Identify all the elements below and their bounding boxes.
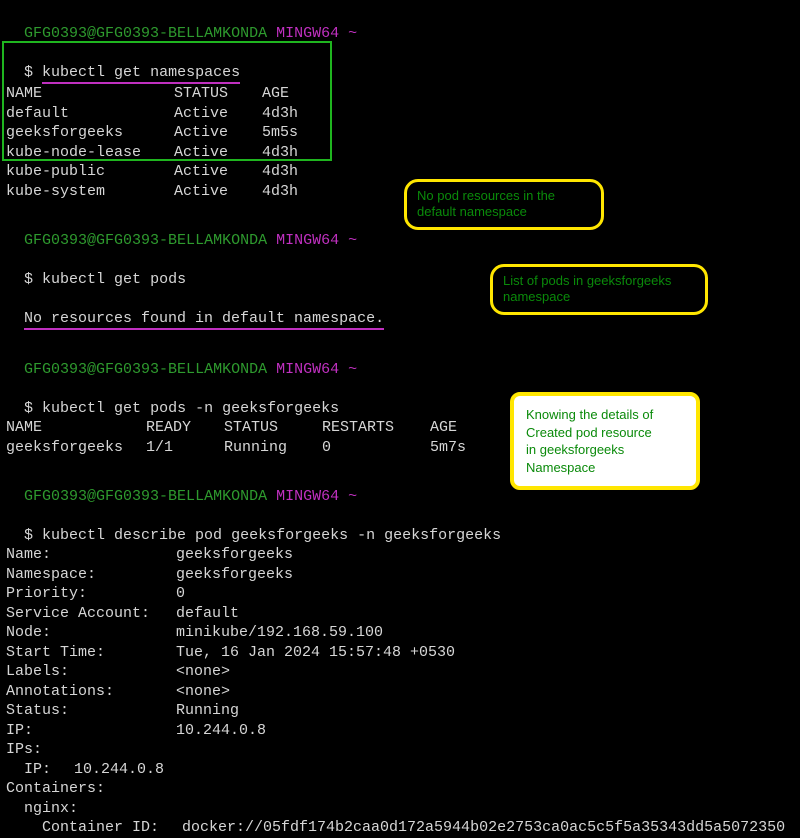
highlight-box-namespaces — [2, 41, 332, 161]
prompt-shell: MINGW64 — [276, 25, 339, 42]
callout-no-pod: No pod resources in the default namespac… — [404, 179, 604, 230]
command-text: kubectl get pods -n geeksforgeeks — [42, 400, 339, 417]
callout-list-pods: List of pods in geeksforgeeks namespace — [490, 264, 708, 315]
prompt-user: GFG0393 — [24, 25, 87, 42]
command-text: kubectl describe pod geeksforgeeks -n ge… — [33, 527, 501, 544]
prompt-line: GFG0393@GFG0393-BELLAMKONDA MINGW64 ~ — [6, 340, 794, 379]
command-text: kubectl get pods — [42, 271, 186, 288]
prompt-host: GFG0393-BELLAMKONDA — [96, 25, 267, 42]
prompt-line: GFG0393@GFG0393-BELLAMKONDA MINGW64 ~ — [6, 211, 794, 250]
describe-output: Name:geeksforgeeks Namespace:geeksforgee… — [6, 545, 794, 838]
prompt-tilde: ~ — [348, 25, 357, 42]
prompt-line: GFG0393@GFG0393-BELLAMKONDA MINGW64 ~ — [6, 4, 794, 43]
command-line[interactable]: $ kubectl describe pod geeksforgeeks -n … — [6, 506, 794, 545]
callout-details: Knowing the details of Created pod resou… — [510, 392, 700, 490]
